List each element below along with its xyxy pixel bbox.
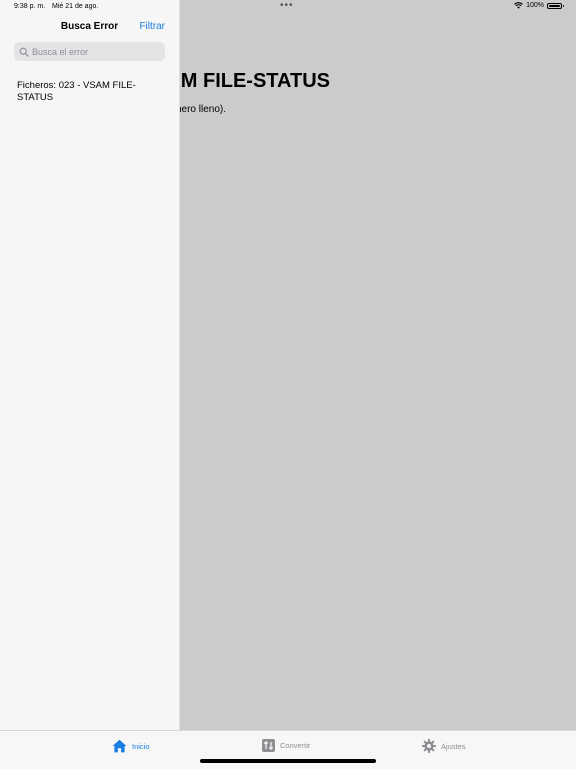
status-date: Mié 21 de ago.: [52, 3, 99, 10]
list-item[interactable]: Ficheros: 023 - VSAM FILE-STATUS: [17, 80, 167, 104]
tab-bar: Inicio Convertir Ajustes: [0, 730, 576, 769]
search-icon: [19, 47, 29, 57]
tab-ajustes[interactable]: Ajustes: [422, 739, 466, 753]
filter-button[interactable]: Filtrar: [139, 21, 165, 32]
tab-label: Inicio: [132, 741, 150, 751]
gear-icon: [422, 739, 436, 753]
tab-label: Ajustes: [441, 741, 466, 751]
convert-icon: [262, 739, 275, 752]
battery-icon: [547, 2, 564, 9]
sidebar: Busca Error Filtrar Ficheros: 023 - VSAM…: [0, 0, 180, 730]
search-bar[interactable]: [14, 42, 165, 61]
home-indicator[interactable]: [200, 759, 376, 763]
tab-inicio[interactable]: Inicio: [112, 739, 150, 753]
status-time: 9:38 p. m.: [14, 3, 46, 10]
search-input[interactable]: [32, 46, 157, 57]
tab-convertir[interactable]: Convertir: [262, 739, 310, 752]
house-icon: [112, 739, 127, 753]
wifi-icon: [514, 2, 523, 9]
battery-percent: 100%: [526, 2, 544, 9]
tab-label: Convertir: [280, 741, 311, 750]
status-right: 100%: [514, 2, 564, 9]
status-bar: 9:38 p. m. Mié 21 de ago. ••• 100%: [0, 0, 576, 14]
multitasking-dots[interactable]: •••: [280, 0, 294, 11]
